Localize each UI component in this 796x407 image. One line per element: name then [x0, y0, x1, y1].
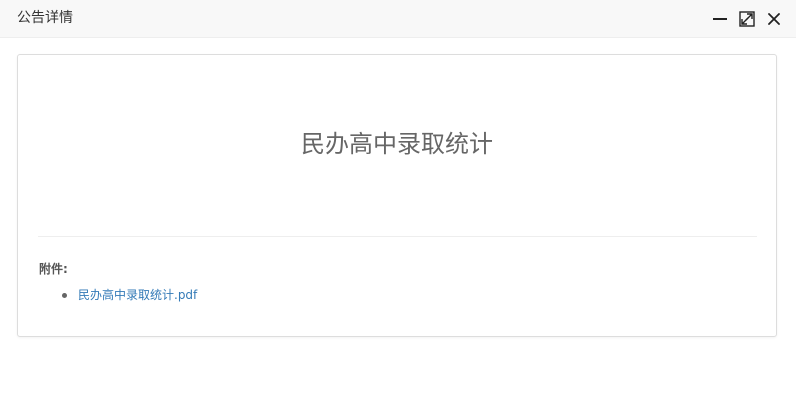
attachments-list: 民办高中录取统计.pdf: [60, 287, 197, 303]
attachment-item: 民办高中录取统计.pdf: [60, 287, 197, 303]
minimize-button[interactable]: [712, 11, 728, 27]
window-controls: [712, 11, 782, 27]
maximize-icon: [739, 11, 755, 27]
window-title: 公告详情: [17, 10, 73, 26]
close-button[interactable]: [766, 11, 782, 27]
minimize-icon: [713, 18, 727, 20]
notice-title: 民办高中录取统计: [301, 130, 493, 158]
maximize-button[interactable]: [739, 11, 755, 27]
attachment-link[interactable]: 民办高中录取统计.pdf: [78, 288, 197, 302]
notice-card: 民办高中录取统计 附件: 民办高中录取统计.pdf: [17, 54, 777, 337]
bullet-icon: [62, 293, 67, 298]
notice-detail-window: 公告详情 民办高中录取统计 附件: 民办高中录取统计.pdf: [0, 0, 796, 407]
divider: [38, 236, 757, 237]
attachments-label: 附件:: [39, 262, 68, 276]
close-icon: [768, 13, 780, 25]
titlebar: 公告详情: [0, 0, 796, 38]
